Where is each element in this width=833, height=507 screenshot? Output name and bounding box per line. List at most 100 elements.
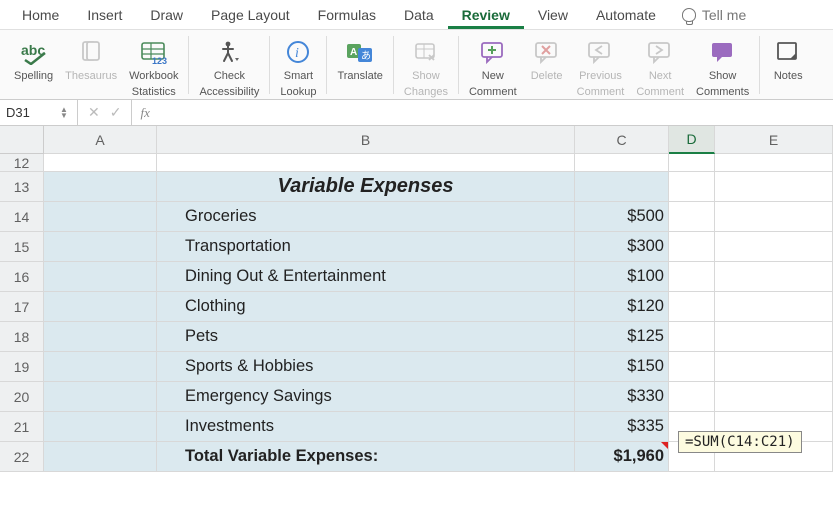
cell-b18-label[interactable]: Pets [157,322,575,352]
show-changes-button[interactable]: Show Changes [398,36,454,100]
cell-d16[interactable] [669,262,715,292]
row-header-12[interactable]: 12 [0,154,44,172]
new-comment-button[interactable]: New Comment [463,36,523,100]
row-header-15[interactable]: 15 [0,232,44,262]
cancel-formula-icon[interactable]: ✕ [88,104,100,121]
cell-a12[interactable] [44,154,157,172]
cell-c21-value[interactable]: $335 [575,412,669,442]
cell-e16[interactable] [715,262,833,292]
tab-draw[interactable]: Draw [136,1,197,29]
cell-e19[interactable] [715,352,833,382]
tab-review[interactable]: Review [448,1,524,29]
cell-d13[interactable] [669,172,715,202]
name-box-stepper[interactable]: ▲▼ [60,107,68,119]
workbook-statistics-button[interactable]: 123 Workbook Statistics [123,36,184,100]
cell-d18[interactable] [669,322,715,352]
row-header-22[interactable]: 22 [0,442,44,472]
tab-insert[interactable]: Insert [73,1,136,29]
cell-b21-label[interactable]: Investments [157,412,575,442]
translate-button[interactable]: Aあ Translate [331,36,388,84]
cell-c12[interactable] [575,154,669,172]
cell-e14[interactable] [715,202,833,232]
tab-data[interactable]: Data [390,1,448,29]
cell-c20-value[interactable]: $330 [575,382,669,412]
column-header-c[interactable]: C [575,126,669,154]
cell-d17[interactable] [669,292,715,322]
row-header-13[interactable]: 13 [0,172,44,202]
spelling-button[interactable]: abc Spelling [8,36,59,84]
row-header-18[interactable]: 18 [0,322,44,352]
fx-icon[interactable]: fx [132,105,157,121]
cell-b19-label[interactable]: Sports & Hobbies [157,352,575,382]
row-header-20[interactable]: 20 [0,382,44,412]
cell-d19[interactable] [669,352,715,382]
tab-home[interactable]: Home [8,1,73,29]
cell-a16[interactable] [44,262,157,292]
cell-d12[interactable] [669,154,715,172]
spreadsheet-grid[interactable]: A B C D E 12 13 Variable Expenses 14 Gro… [0,126,833,472]
cell-d15[interactable] [669,232,715,262]
cell-b17-label[interactable]: Clothing [157,292,575,322]
delete-comment-button[interactable]: Delete [523,36,571,84]
next-comment-button[interactable]: Next Comment [630,36,690,100]
row-header-14[interactable]: 14 [0,202,44,232]
cell-e15[interactable] [715,232,833,262]
cell-b16-label[interactable]: Dining Out & Entertainment [157,262,575,292]
tab-view[interactable]: View [524,1,582,29]
cell-c17-value[interactable]: $120 [575,292,669,322]
cell-d20[interactable] [669,382,715,412]
cell-a19[interactable] [44,352,157,382]
cell-a13[interactable] [44,172,157,202]
cell-c18-value[interactable]: $125 [575,322,669,352]
cell-b14-label[interactable]: Groceries [157,202,575,232]
cell-a17[interactable] [44,292,157,322]
cell-e12[interactable] [715,154,833,172]
column-header-d[interactable]: D [669,126,715,154]
show-comments-button[interactable]: Show Comments [690,36,755,100]
smart-lookup-button[interactable]: i Smart Lookup [274,36,322,100]
tab-automate[interactable]: Automate [582,1,670,29]
cell-b13-section-title[interactable]: Variable Expenses [157,172,575,202]
cell-c16-value[interactable]: $100 [575,262,669,292]
cell-b20-label[interactable]: Emergency Savings [157,382,575,412]
name-box-input[interactable] [6,105,60,120]
column-header-e[interactable]: E [715,126,833,154]
accept-formula-icon[interactable]: ✓ [110,104,122,121]
cell-a14[interactable] [44,202,157,232]
row-header-17[interactable]: 17 [0,292,44,322]
formula-input[interactable] [158,100,833,125]
cell-a22[interactable] [44,442,157,472]
column-header-b[interactable]: B [157,126,575,154]
column-header-a[interactable]: A [44,126,157,154]
select-all-corner[interactable] [0,126,44,154]
cell-b12[interactable] [157,154,575,172]
previous-comment-button[interactable]: Previous Comment [571,36,631,100]
row-header-21[interactable]: 21 [0,412,44,442]
cell-e13[interactable] [715,172,833,202]
row-header-19[interactable]: 19 [0,352,44,382]
cell-a21[interactable] [44,412,157,442]
cell-e20[interactable] [715,382,833,412]
cell-d14[interactable] [669,202,715,232]
cell-e17[interactable] [715,292,833,322]
cell-a15[interactable] [44,232,157,262]
cell-a18[interactable] [44,322,157,352]
thesaurus-button[interactable]: Thesaurus [59,36,123,84]
cell-c22-total-value[interactable]: $1,960 [575,442,669,472]
comment-indicator-icon[interactable] [661,442,668,449]
cell-b22-total-label[interactable]: Total Variable Expenses: [157,442,575,472]
cell-c15-value[interactable]: $300 [575,232,669,262]
cell-c13[interactable] [575,172,669,202]
cell-e18[interactable] [715,322,833,352]
notes-button[interactable]: Notes [764,36,812,84]
name-box[interactable]: ▲▼ [0,100,78,125]
cell-c19-value[interactable]: $150 [575,352,669,382]
cell-a20[interactable] [44,382,157,412]
cell-b15-label[interactable]: Transportation [157,232,575,262]
tab-formulas[interactable]: Formulas [304,1,390,29]
tab-page-layout[interactable]: Page Layout [197,1,304,29]
tell-me-search[interactable]: Tell me [670,1,758,29]
cell-c14-value[interactable]: $500 [575,202,669,232]
row-header-16[interactable]: 16 [0,262,44,292]
check-accessibility-button[interactable]: Check Accessibility [193,36,265,100]
